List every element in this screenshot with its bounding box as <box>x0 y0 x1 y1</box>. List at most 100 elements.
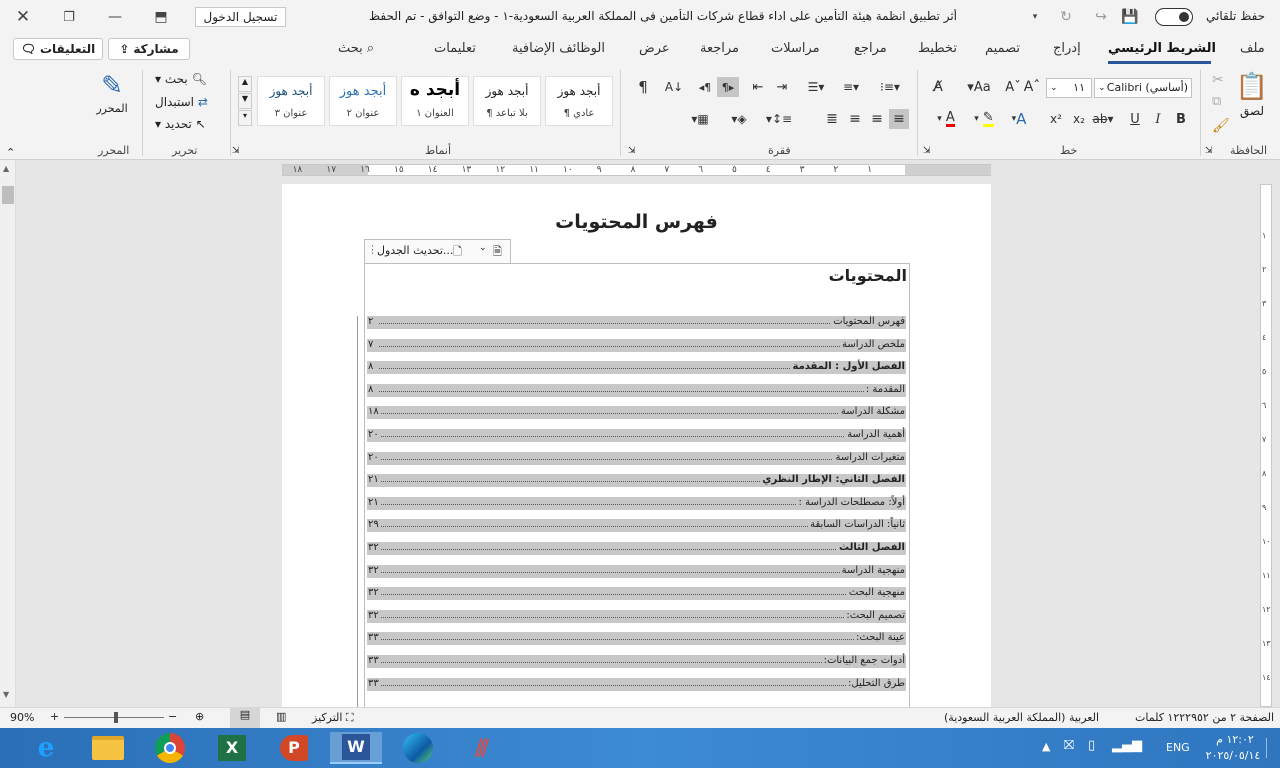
tab-design[interactable]: تصميم <box>985 41 1020 56</box>
toc-entry[interactable]: أدوات جمع البيانات: ٣٣ <box>367 655 906 668</box>
toc-entry[interactable]: تصميم البحث: ٣٢ <box>367 609 906 623</box>
clock-time[interactable]: ١٢:٠٢ م <box>1210 733 1260 746</box>
ribbon-display-icon[interactable]: ⬒ <box>150 6 172 28</box>
increase-indent-icon[interactable]: ⇤ <box>748 77 768 97</box>
justify-icon[interactable]: ≣ <box>822 109 842 129</box>
tab-layout[interactable]: تخطيط <box>918 41 957 56</box>
toc-entry[interactable]: الفصل الأول : المقدمة ٨ <box>367 361 906 375</box>
bullets-icon[interactable]: ⁝≡▾ <box>875 77 905 97</box>
tray-volume-icon[interactable]: 🔈︎ <box>1138 738 1146 753</box>
style-no-spacing[interactable]: أبجد هوز ¶ بلا تباعد <box>473 76 541 126</box>
toc-entry[interactable]: أولاً: مصطلحات الدراسة : ٢١ <box>367 496 906 510</box>
show-marks-icon[interactable]: ¶ <box>634 77 652 97</box>
edge-icon[interactable] <box>392 732 444 764</box>
redo-icon[interactable]: ↻ <box>1056 7 1076 27</box>
chrome-icon[interactable] <box>144 732 196 764</box>
grow-font-icon[interactable]: Aˆ <box>1024 77 1041 97</box>
clock-date[interactable]: ٢٠٢٥/٠٥/١٤ <box>1200 749 1266 762</box>
customize-qat-icon[interactable]: ▾ <box>1028 7 1042 27</box>
file-explorer-icon[interactable] <box>82 732 134 764</box>
toc-entry[interactable]: المقدمة : ٨ <box>367 383 906 397</box>
underline-icon[interactable]: U <box>1126 109 1144 129</box>
read-mode-icon[interactable]: ▥ <box>276 710 286 723</box>
ltr-icon[interactable]: ◂¶ <box>694 77 716 97</box>
align-right-icon[interactable]: ≡ <box>889 109 909 129</box>
highlight-icon[interactable]: ▾ ✎ <box>966 109 1002 129</box>
web-layout-icon[interactable]: ⊕ <box>195 710 204 723</box>
autosave-toggle[interactable] <box>1155 8 1193 26</box>
align-center-icon[interactable]: ≡ <box>867 109 887 129</box>
input-language[interactable]: ENG <box>1166 741 1190 754</box>
toc-entry[interactable]: مشكلة الدراسة ١٨ <box>367 406 906 420</box>
focus-button[interactable]: التركيز ⛶ <box>312 711 354 725</box>
styles-scroll-up[interactable]: ▲ <box>238 76 252 92</box>
italic-icon[interactable]: I <box>1149 109 1167 129</box>
tab-references[interactable]: مراجع <box>854 41 887 56</box>
word-icon[interactable]: W <box>330 732 382 764</box>
shading-icon[interactable]: ▾◈ <box>723 109 755 129</box>
paste-button[interactable]: 📋 لصق <box>1234 70 1270 130</box>
style-normal[interactable]: أبجد هوز ¶ عادي <box>545 76 613 126</box>
toc-entry[interactable]: ملخص الدراسة ٧ <box>367 338 906 352</box>
toc-entry[interactable]: فهرس المحتويات ٢ <box>367 316 906 329</box>
vertical-scrollbar[interactable]: ▲ ▼ <box>0 160 16 707</box>
document-page[interactable]: فهرس المحتويات ⋮ تحديث الجدول... 🗋 ⌄ 🗎 ا… <box>282 184 991 707</box>
tab-file[interactable]: ملف <box>1240 41 1265 56</box>
zoom-level[interactable]: 90% <box>10 711 34 724</box>
format-painter-icon[interactable]: 🖌 <box>1212 118 1230 134</box>
line-spacing-icon[interactable]: ▾↕≡ <box>763 109 795 129</box>
vertical-ruler[interactable]: ١ ٢ ٣ ٤ ٥ ٦ ٧ ٨ ٩ ١٠ ١١ ١٢ ١٣ ١٤ <box>1260 184 1272 707</box>
restore-icon[interactable]: ❐ <box>58 6 80 28</box>
toc-entry[interactable]: منهجية البحث ٣٢ <box>367 587 906 601</box>
tab-search[interactable]: بحث ⌕ <box>338 41 374 56</box>
ie-icon[interactable]: e <box>20 732 72 764</box>
tab-review[interactable]: مراجعة <box>700 41 739 56</box>
style-heading2[interactable]: أبجد هوز عنوان ٢ <box>329 76 397 126</box>
horizontal-ruler[interactable]: ١ ٢ ٣ ٤ ٥ ٦ ٧ ٨ ٩ ١٠ ١١ ١٢ ١٣ ١٤ ١٥ ١٦ ١٧ ١٨ <box>282 164 991 176</box>
toc-entry[interactable]: منهجية الدراسة ٣٢ <box>367 564 906 578</box>
sort-icon[interactable]: A↓ <box>664 77 684 97</box>
zoom-slider[interactable] <box>64 712 164 723</box>
styles-scroll-down[interactable]: ▼ <box>238 93 252 109</box>
tab-view[interactable]: عرض <box>639 41 670 56</box>
toc-entry[interactable]: الفصل الثالث ٣٢ <box>367 542 906 555</box>
style-heading1[interactable]: أبجد ه العنوان ١ <box>401 76 469 126</box>
subscript-icon[interactable]: x₂ <box>1070 109 1088 129</box>
minimize-icon[interactable]: — <box>104 6 126 28</box>
rtl-icon[interactable]: ¶▸ <box>717 77 739 97</box>
toc-entry[interactable]: ثانياً: الدراسات السابقة ٢٩ <box>367 519 906 533</box>
select-button[interactable]: ▾ تحديد ↖ <box>155 117 225 135</box>
styles-dialog-icon[interactable]: ⇲ <box>232 146 240 156</box>
clipboard-dialog-icon[interactable]: ⇲ <box>1205 146 1213 156</box>
toc-entry[interactable]: متغيرات الدراسة ٢٠ <box>367 451 906 465</box>
notification-icon[interactable] <box>1266 738 1276 758</box>
find-button[interactable]: ▾ بحث 🔍︎ <box>155 72 225 90</box>
replace-button[interactable]: استبدال ⇄ <box>155 95 225 113</box>
toc-entry[interactable]: الفصل الثاني: الإطار النظري ٢١ <box>367 474 906 488</box>
zoom-out-icon[interactable]: − <box>168 710 177 723</box>
close-icon[interactable]: ✕ <box>12 6 34 28</box>
excel-icon[interactable]: X <box>206 732 258 764</box>
toc-control-tab[interactable]: ⋮ تحديث الجدول... 🗋 ⌄ 🗎 <box>364 239 511 263</box>
word-count[interactable]: ١٢٢٢٩ كلمات <box>1135 711 1197 724</box>
toc-entry[interactable]: طرق التحليل: ٣٣ <box>367 677 906 691</box>
font-color-icon[interactable]: ▾ A <box>928 109 964 129</box>
share-button[interactable]: ⇪ مشاركة <box>108 38 190 60</box>
app-stripes-icon[interactable]: /// <box>454 732 506 764</box>
font-dialog-icon[interactable]: ⇲ <box>923 146 931 156</box>
tab-insert[interactable]: إدراج <box>1053 41 1081 56</box>
comments-button[interactable]: 🗨 التعليقات <box>13 38 103 60</box>
styles-more[interactable]: ▾ <box>238 110 252 126</box>
bold-icon[interactable]: B <box>1172 109 1190 129</box>
zoom-in-icon[interactable]: + <box>50 710 59 723</box>
shrink-font-icon[interactable]: Aˇ <box>1005 77 1021 97</box>
print-layout-icon[interactable]: ▤ <box>230 708 260 728</box>
font-size-select[interactable]: ⌄ ١١ <box>1046 78 1092 98</box>
collapse-ribbon-icon[interactable]: ⌃ <box>6 146 15 159</box>
strikethrough-icon[interactable]: ab ▾ <box>1090 109 1116 129</box>
toc-entry[interactable]: أهمية الدراسة ٢٠ <box>367 429 906 442</box>
powerpoint-icon[interactable]: P <box>268 732 320 764</box>
tab-addins[interactable]: الوظائف الإضافية <box>512 41 605 56</box>
clear-formatting-icon[interactable]: A̸ <box>928 77 948 97</box>
page-count[interactable]: الصفحة ٢ من ٥٢ <box>1197 711 1274 724</box>
